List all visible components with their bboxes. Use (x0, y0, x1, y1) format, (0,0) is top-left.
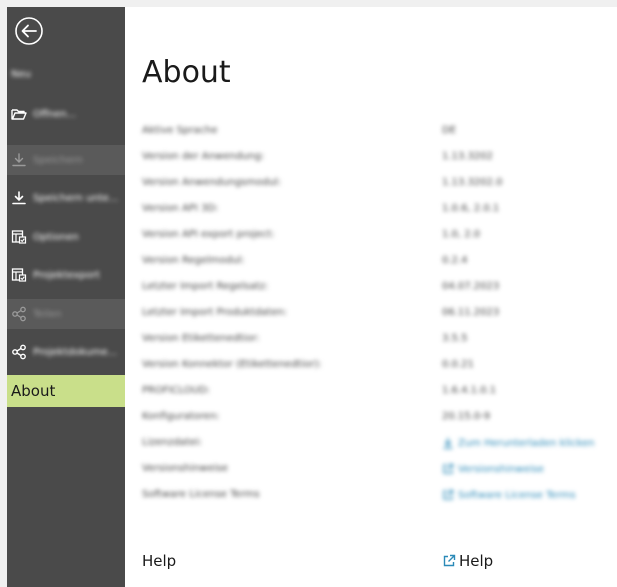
sidebar-item-label: Projektdokume... (33, 346, 118, 358)
info-key: PROFICLOUD: (142, 385, 211, 396)
project-export-icon (11, 267, 27, 283)
window: Neu Öffnen... Speichern Speichern unte..… (0, 0, 617, 587)
info-key: Lizenzdatei: (142, 437, 203, 448)
info-value: 1.6.4.1.0.1 (442, 385, 497, 396)
info-row-app-version: Version der Anwendung: 1.13.3202 (142, 148, 612, 168)
sidebar-item-label: Neu (11, 68, 31, 80)
info-value: 0.2.4 (442, 255, 468, 266)
sidebar-item-label: About (11, 382, 56, 400)
sidebar-item-label: Öffnen... (33, 108, 77, 120)
info-key: Version API 3D: (142, 203, 219, 214)
info-row-api-3d: Version API 3D: 1.0.6, 2.0.1 (142, 200, 612, 220)
info-value: 06.11.2023 (442, 307, 500, 318)
sidebar-item-new[interactable]: Neu (7, 64, 125, 84)
link-text: Software License Terms (458, 489, 576, 501)
sidebar-item-label: Speichern (33, 154, 83, 166)
info-key: Help (142, 552, 177, 570)
info-row-help: Help Help (142, 552, 612, 572)
link-text: Help (459, 552, 494, 570)
page-title: About (142, 55, 231, 90)
info-key: Aktive Sprache (142, 125, 218, 136)
info-row-rule-module: Version Regelmodul: 0.2.4 (142, 252, 612, 272)
sidebar-item-save[interactable]: Speichern (7, 145, 125, 175)
link-text: Versionshinweise (458, 463, 544, 475)
backstage-sidebar: Neu Öffnen... Speichern Speichern unte..… (7, 7, 125, 587)
about-panel: About Aktive Sprache DE Version der Anwe… (125, 7, 617, 587)
sidebar-item-options[interactable]: Optionen (7, 222, 125, 252)
save-icon (11, 152, 27, 168)
sidebar-item-label: Teilen (33, 308, 62, 320)
info-value: 0.0.21 (442, 359, 474, 370)
license-terms-link[interactable]: Software License Terms (442, 489, 576, 501)
info-row-license-file: Lizenzdatei: Zum Herunterladen klicken (142, 434, 612, 454)
info-row-connector: Version Konnektor (Etikettenedtior): 0.0… (142, 356, 612, 376)
info-row-license-terms: Software License Terms Software License … (142, 486, 612, 506)
share-project-icon (11, 344, 27, 360)
sidebar-item-share[interactable]: Teilen (7, 299, 125, 329)
external-link-icon (443, 554, 456, 567)
release-notes-link[interactable]: Versionshinweise (442, 463, 544, 475)
info-key: Version Konnektor (Etikettenedtior): (142, 359, 322, 370)
info-value: 04.07.2023 (442, 281, 500, 292)
sidebar-item-open[interactable]: Öffnen... (7, 99, 125, 129)
info-row-release-notes: Versionshinweise Versionshinweise (142, 460, 612, 480)
share-icon (11, 306, 27, 322)
back-button[interactable] (13, 15, 45, 47)
info-row-last-product-import: Letzter Import Produktdaten: 06.11.2023 (142, 304, 612, 324)
help-link[interactable]: Help (442, 552, 493, 570)
options-icon (11, 229, 27, 245)
sidebar-item-label: Optionen (33, 231, 79, 243)
info-value: 1.13.3202.0 (442, 177, 503, 188)
info-key: Letzter Import Regelsatz: (142, 281, 269, 292)
info-key: Konfiguratoren: (142, 411, 220, 422)
save-as-icon (11, 190, 27, 206)
info-key: Version Anwendungsmodul: (142, 177, 282, 188)
sidebar-item-about[interactable]: About (7, 375, 125, 407)
info-key: Version der Anwendung: (142, 151, 265, 162)
sidebar-item-project-export[interactable]: Projektexport (7, 260, 125, 290)
external-link-icon (443, 463, 454, 474)
info-value: 1.13.3202 (442, 151, 493, 162)
info-key: Version Etikettenedtior: (142, 333, 260, 344)
info-key: Version Regelmodul: (142, 255, 245, 266)
info-row-configurators: Konfiguratoren: 20.15.0-9 (142, 408, 612, 428)
info-key: Version API export project: (142, 229, 275, 240)
sidebar-item-label: Speichern unte... (33, 192, 119, 204)
info-row-label-editor: Version Etikettenedtior: 3.5.5 (142, 330, 612, 350)
folder-open-icon (11, 106, 27, 122)
info-value: 1.0, 2.0 (442, 229, 481, 240)
sidebar-item-label: Projektexport (33, 269, 100, 281)
link-text: Zum Herunterladen klicken (458, 437, 595, 449)
info-row-last-rule-import: Letzter Import Regelsatz: 04.07.2023 (142, 278, 612, 298)
info-value: 3.5.5 (442, 333, 468, 344)
info-row-api-export: Version API export project: 1.0, 2.0 (142, 226, 612, 246)
info-row-module-version: Version Anwendungsmodul: 1.13.3202.0 (142, 174, 612, 194)
info-key: Letzter Import Produktdaten: (142, 307, 287, 318)
arrow-left-circle-icon (15, 17, 43, 45)
external-link-icon (443, 489, 454, 500)
info-row-language: Aktive Sprache DE (142, 122, 612, 142)
license-download-link[interactable]: Zum Herunterladen klicken (442, 437, 594, 449)
info-key: Versionshinweise (142, 463, 228, 474)
info-value: 1.0.6, 2.0.1 (442, 203, 500, 214)
download-icon (443, 438, 453, 449)
info-key: Software License Terms (142, 489, 260, 500)
sidebar-item-save-as[interactable]: Speichern unte... (7, 183, 125, 213)
info-value: DE (442, 125, 457, 136)
sidebar-item-share-project[interactable]: Projektdokume... (7, 337, 125, 367)
info-row-proficloud: PROFICLOUD: 1.6.4.1.0.1 (142, 382, 612, 402)
info-value: 20.15.0-9 (442, 411, 491, 422)
